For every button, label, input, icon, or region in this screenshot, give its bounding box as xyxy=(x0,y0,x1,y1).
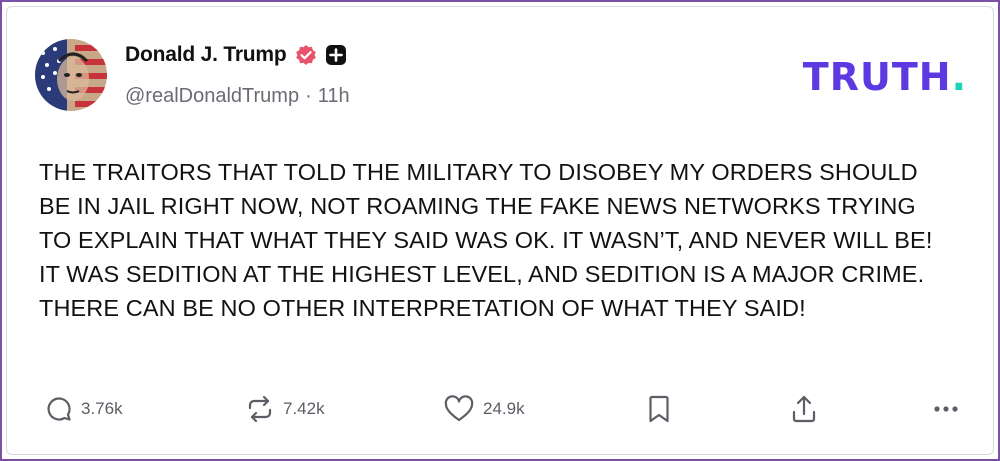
bookmark-icon xyxy=(647,394,671,424)
retruth-icon xyxy=(245,395,275,423)
more-options-button[interactable] xyxy=(931,391,961,427)
share-button[interactable] xyxy=(790,391,818,427)
post-timestamp[interactable]: 11h xyxy=(318,85,350,108)
reply-button[interactable]: 3.76k xyxy=(45,391,123,427)
retruth-count: 7.42k xyxy=(283,399,325,418)
screenshot-frame: Donald J. Trump @realDonaldTrump · 11h T… xyxy=(0,0,1000,461)
post-body: THE TRAITORS THAT TOLD THE MILITARY TO D… xyxy=(39,159,933,321)
more-icon xyxy=(931,395,961,423)
share-icon xyxy=(790,394,818,424)
like-count: 24.9k xyxy=(483,399,525,418)
post-actions-bar: 3.76k 7.42k 24.9k xyxy=(45,391,975,427)
reply-count: 3.76k xyxy=(81,399,123,418)
author-display-name[interactable]: Donald J. Trump xyxy=(125,43,287,67)
logo-text: TRUTH xyxy=(802,55,952,99)
avatar[interactable] xyxy=(35,39,107,111)
logo-dot: . xyxy=(951,55,967,99)
retruth-button[interactable]: 7.42k xyxy=(245,391,325,427)
like-button[interactable]: 24.9k xyxy=(443,391,525,427)
meta-separator: · xyxy=(305,85,312,107)
author-name-row: Donald J. Trump xyxy=(125,43,347,67)
truth-social-logo: TRUTH. xyxy=(803,55,967,99)
heart-icon xyxy=(443,395,475,423)
author-handle[interactable]: @realDonaldTrump xyxy=(125,85,299,108)
author-meta: @realDonaldTrump · 11h xyxy=(125,85,350,108)
plus-badge-icon xyxy=(325,44,347,66)
reply-icon xyxy=(45,395,73,423)
bookmark-button[interactable] xyxy=(647,391,671,427)
post-card: Donald J. Trump @realDonaldTrump · 11h T… xyxy=(6,6,994,455)
verified-badge-icon xyxy=(295,44,317,66)
